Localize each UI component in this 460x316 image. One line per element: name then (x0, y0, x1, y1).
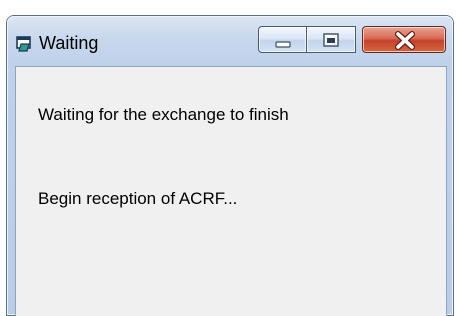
app-window-icon[interactable] (15, 35, 33, 53)
minimize-button[interactable] (258, 26, 307, 53)
maximize-button[interactable] (307, 26, 356, 53)
status-message: Waiting for the exchange to finish (38, 105, 289, 124)
close-button[interactable] (362, 26, 446, 53)
progress-message: Begin reception of ACRF... (38, 189, 238, 208)
dialog-content-area: Waiting for the exchange to finish Begin… (15, 66, 447, 316)
waiting-dialog: Waiting Waiting for the exchange to fini… (7, 16, 453, 316)
window-title: Waiting (39, 33, 99, 53)
minimize-icon (275, 41, 291, 48)
close-icon (395, 31, 415, 50)
title-bar[interactable]: Waiting (7, 16, 453, 64)
maximize-icon (323, 33, 339, 47)
